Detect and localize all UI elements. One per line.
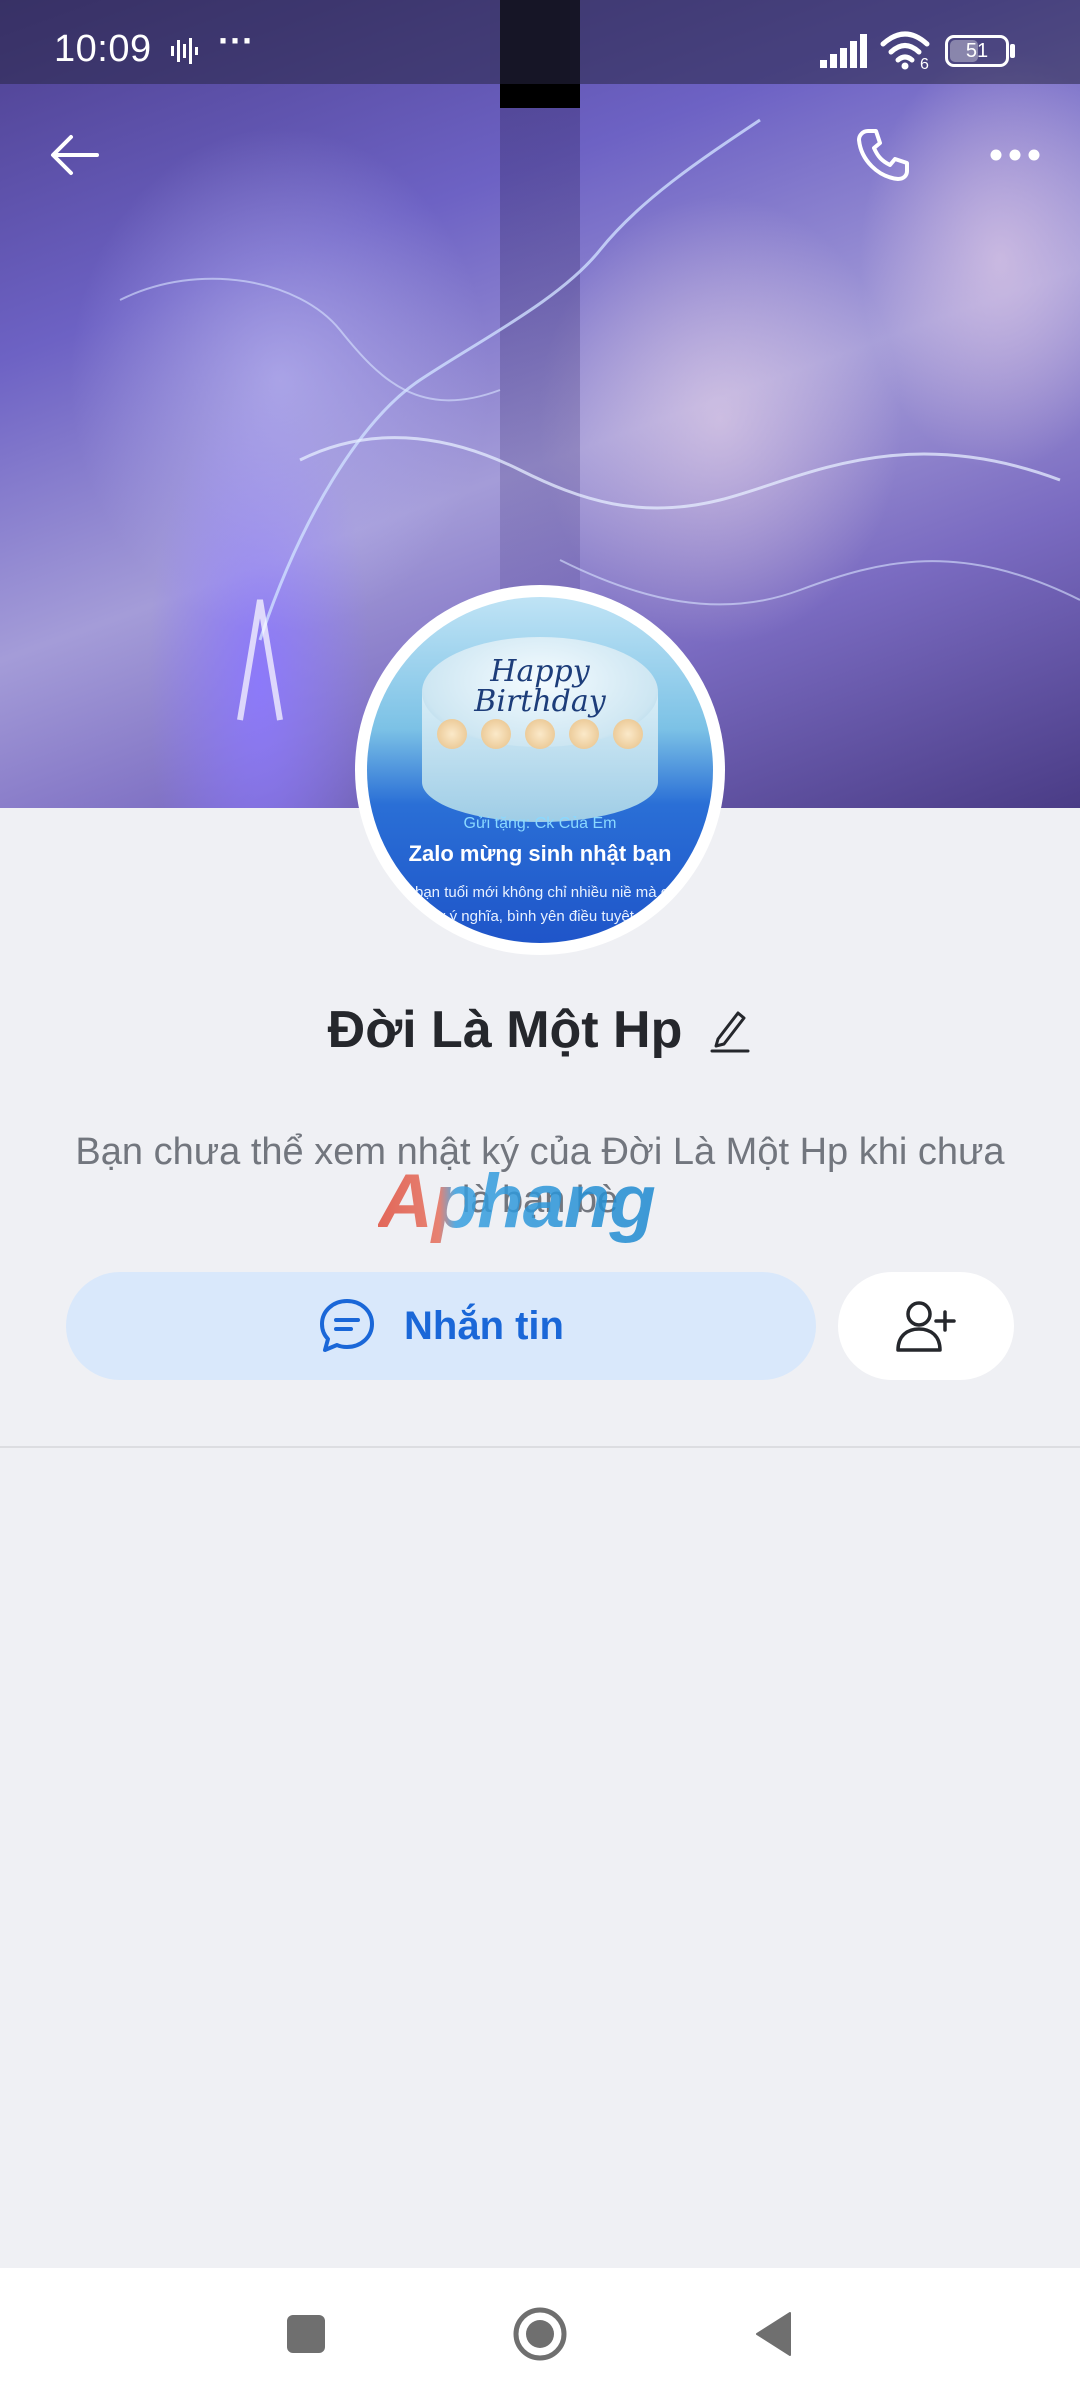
cream-swirl — [569, 719, 599, 749]
voice-activity-icon — [171, 38, 198, 64]
section-divider — [0, 1446, 1080, 1448]
phone-icon — [857, 129, 909, 181]
cake-greeting-line1: Happy — [490, 654, 590, 689]
recents-button[interactable] — [266, 2294, 346, 2374]
chat-bubble-icon — [320, 1299, 374, 1352]
cake-decoration — [437, 719, 643, 749]
square-icon — [287, 2315, 325, 2353]
cake-greeting-line2: Birthday — [474, 684, 606, 719]
gift-title: Zalo mừng sinh nhật bạn — [408, 841, 672, 866]
battery-icon: 51 — [945, 35, 1009, 67]
cellular-signal-icon — [820, 34, 867, 68]
system-navigation-bar — [0, 2268, 1080, 2400]
more-horizontal-icon — [990, 149, 1040, 161]
more-options-button[interactable] — [970, 110, 1060, 200]
watermark-logo: Aphang — [378, 1159, 656, 1244]
battery-cap — [1010, 44, 1015, 58]
send-message-button[interactable]: Nhắn tin — [66, 1272, 816, 1380]
triangle-back-icon — [756, 2312, 791, 2356]
profile-name-row: Đời Là Một Hp — [0, 995, 1080, 1065]
home-button[interactable] — [500, 2294, 580, 2374]
battery-percent: 51 — [965, 40, 989, 62]
cream-swirl — [437, 719, 467, 749]
pencil-icon — [710, 1011, 750, 1053]
gift-message: úc bạn tuổi mới không chỉ nhiều niề mà c… — [394, 884, 685, 925]
wifi-badge: 6 — [920, 56, 929, 73]
status-time: 10:09 — [54, 28, 152, 70]
profile-name: Đời Là Một Hp — [327, 1001, 683, 1059]
user-plus-icon — [896, 1301, 956, 1352]
arrow-left-icon — [51, 135, 99, 175]
system-back-button[interactable] — [734, 2294, 814, 2374]
add-friend-button[interactable] — [838, 1272, 1014, 1380]
send-message-label: Nhắn tin — [404, 1303, 564, 1348]
circle-home-icon — [513, 2307, 567, 2361]
avatar-image: Happy Birthday Gửi tặng: Ck Của Em Zalo … — [367, 597, 713, 943]
profile-avatar[interactable]: Happy Birthday Gửi tặng: Ck Của Em Zalo … — [355, 585, 725, 955]
cream-swirl — [481, 719, 511, 749]
gift-from: Gửi tặng: Ck Của Em — [463, 815, 617, 832]
edit-name-button[interactable] — [708, 1005, 752, 1055]
status-bar: 10:09 ··· 6 51 — [0, 0, 1080, 84]
cake-greeting: Happy Birthday — [367, 657, 713, 717]
call-button[interactable] — [838, 110, 928, 200]
cream-swirl — [525, 719, 555, 749]
more-notifications-icon: ··· — [218, 20, 254, 61]
cream-swirl — [613, 719, 643, 749]
back-button[interactable] — [30, 110, 120, 200]
